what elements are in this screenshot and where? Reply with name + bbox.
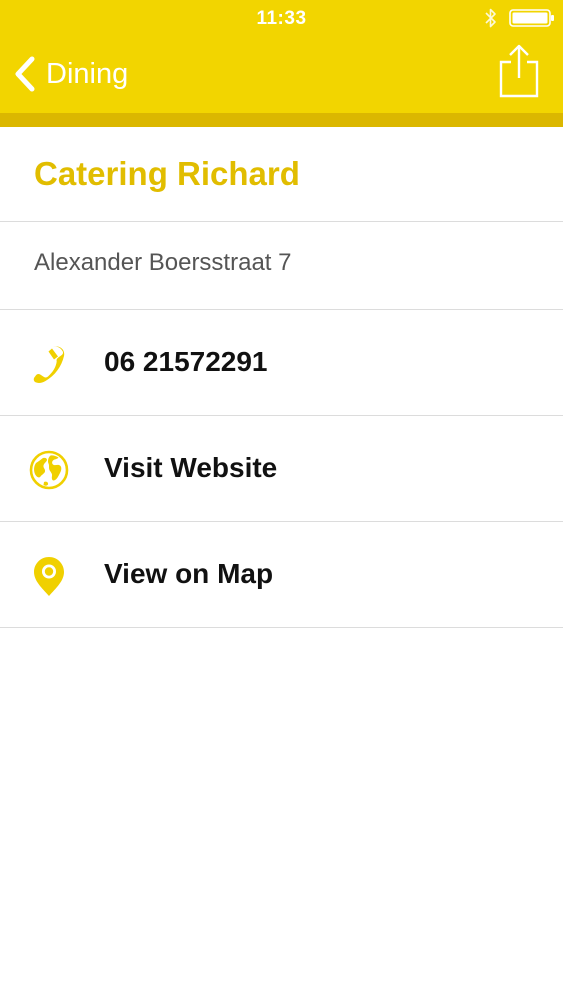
phone-number-label: 06 21572291 [104, 346, 268, 377]
map-row[interactable]: View on Map [0, 522, 563, 628]
address-row: Alexander Boersstraat 7 [0, 222, 563, 310]
phone-row[interactable]: 06 21572291 [0, 310, 563, 416]
globe-icon [29, 450, 69, 490]
phone-icon [33, 346, 65, 383]
battery-icon [509, 9, 554, 27]
visit-website-label: Visit Website [104, 452, 278, 483]
address-text: Alexander Boersstraat 7 [34, 249, 292, 276]
title-row: Catering Richard [0, 127, 563, 222]
bluetooth-icon [485, 8, 496, 28]
detail-content: Catering Richard Alexander Boersstraat 7… [0, 127, 563, 628]
view-on-map-label: View on Map [104, 558, 274, 589]
navigation-bar: 11:33 Dining [0, 0, 563, 113]
back-button[interactable]: Dining [12, 52, 128, 96]
status-time: 11:33 [256, 8, 307, 29]
website-row[interactable]: Visit Website [0, 416, 563, 522]
share-icon[interactable] [498, 44, 540, 98]
page-title: Catering Richard [34, 155, 300, 192]
map-pin-icon [34, 557, 64, 596]
back-label: Dining [46, 58, 129, 90]
chevron-left-icon [15, 56, 35, 92]
screen: 11:33 Dining Catering Richard Alexander [0, 0, 563, 1000]
navigation-bar-shadow [0, 113, 563, 127]
